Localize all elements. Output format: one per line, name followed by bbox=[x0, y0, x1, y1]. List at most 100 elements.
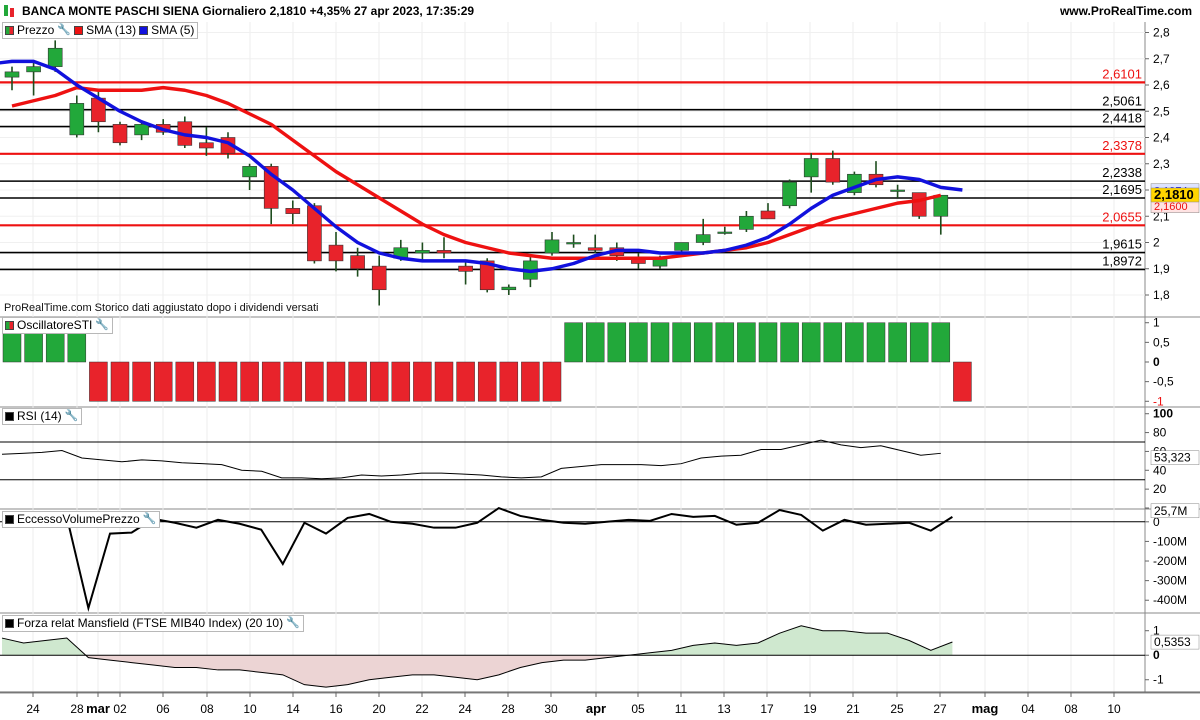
sti-bar bbox=[261, 361, 281, 402]
mansfield-swatch-icon bbox=[5, 619, 14, 628]
candle-body bbox=[825, 158, 841, 183]
candle-body bbox=[47, 47, 63, 67]
candle-body bbox=[760, 210, 776, 220]
x-tick-label: 10 bbox=[243, 702, 257, 716]
sti-bar bbox=[499, 361, 519, 402]
x-tick-label: 25 bbox=[890, 702, 904, 716]
rsi-last-value: 53,323 bbox=[1154, 451, 1191, 465]
x-tick-label: 24 bbox=[26, 702, 40, 716]
price-swatch-icon bbox=[5, 26, 14, 35]
legend-sma5[interactable]: SMA (5) bbox=[151, 23, 194, 38]
sti-bar bbox=[456, 361, 475, 402]
candle-body bbox=[69, 103, 85, 136]
wrench-icon[interactable]: 🔧 bbox=[65, 409, 79, 424]
sti-bar bbox=[650, 322, 670, 363]
mansfield-tick-label: -1 bbox=[1153, 673, 1164, 687]
candle-body bbox=[739, 215, 754, 230]
evp-pane-label: EccessoVolumePrezzo 🔧 bbox=[2, 511, 161, 528]
price-tick-label: 2,5 bbox=[1153, 104, 1170, 118]
sma13-last-tag: 2,1600 bbox=[1154, 201, 1188, 213]
rsi-tick-label: 20 bbox=[1153, 482, 1167, 496]
sti-bar bbox=[953, 361, 972, 402]
evp-tick-label: -400M bbox=[1153, 593, 1187, 607]
sti-tick-label: -0,5 bbox=[1153, 375, 1174, 389]
sti-bar bbox=[477, 361, 497, 402]
candle-body bbox=[566, 242, 581, 245]
price-tick-label: 1,8 bbox=[1153, 288, 1170, 302]
mansfield-label[interactable]: Forza relat Mansfield (FTSE MIB40 Index)… bbox=[17, 616, 283, 631]
candle-body bbox=[501, 286, 517, 291]
legend-price[interactable]: Prezzo bbox=[17, 23, 54, 38]
sti-bar bbox=[888, 322, 907, 363]
x-tick-label: 14 bbox=[286, 702, 300, 716]
price-tick-label: 1,9 bbox=[1153, 262, 1170, 276]
x-tick-label: 27 bbox=[933, 702, 947, 716]
price-tick-label: 2,7 bbox=[1153, 52, 1170, 66]
sti-label[interactable]: OscillatoreSTI bbox=[17, 318, 92, 333]
sti-bar bbox=[823, 322, 843, 363]
sma13-swatch-icon bbox=[74, 26, 84, 35]
x-tick-label: 08 bbox=[1064, 702, 1078, 716]
wrench-icon[interactable]: 🔧 bbox=[95, 318, 109, 333]
x-tick-label: 17 bbox=[760, 702, 774, 716]
x-tick-label: 10 bbox=[1107, 702, 1121, 716]
rsi-tick-label: 40 bbox=[1153, 463, 1167, 477]
chart-title: BANCA MONTE PASCHI SIENA Giornaliero 2,1… bbox=[22, 4, 475, 18]
sti-bar bbox=[434, 361, 454, 402]
rsi-pane-label: RSI (14) 🔧 bbox=[2, 408, 83, 425]
sti-bar bbox=[672, 322, 691, 363]
sti-bar bbox=[89, 361, 108, 402]
rsi-swatch-icon bbox=[5, 412, 14, 421]
mansfield-pane-label: Forza relat Mansfield (FTSE MIB40 Index)… bbox=[2, 615, 304, 632]
evp-swatch-icon bbox=[5, 515, 14, 524]
evp-label[interactable]: EccessoVolumePrezzo bbox=[17, 512, 140, 527]
rsi-label[interactable]: RSI (14) bbox=[17, 409, 62, 424]
sti-bar bbox=[283, 361, 303, 402]
candle-body bbox=[242, 166, 257, 178]
candle-body bbox=[4, 71, 20, 78]
x-tick-label: 08 bbox=[200, 702, 214, 716]
price-tick-label: 2,3 bbox=[1153, 157, 1170, 171]
candle-body bbox=[695, 234, 711, 243]
price-tick-label: 2,8 bbox=[1153, 26, 1170, 40]
sti-bar bbox=[607, 322, 627, 363]
price-tick-label: 2 bbox=[1153, 236, 1160, 250]
price-legend: Prezzo 🔧 SMA (13) SMA (5) bbox=[2, 22, 199, 39]
wrench-icon[interactable]: 🔧 bbox=[57, 23, 71, 38]
rsi-tick-label: 80 bbox=[1153, 426, 1167, 440]
header-bar: BANCA MONTE PASCHI SIENA Giornaliero 2,1… bbox=[0, 0, 1200, 22]
candle-body bbox=[134, 124, 149, 136]
candle-body bbox=[436, 250, 452, 254]
level-label: 2,2338 bbox=[1102, 165, 1142, 180]
brand-link[interactable]: www.ProRealTime.com bbox=[1060, 4, 1192, 18]
sti-bar bbox=[153, 361, 173, 402]
level-label: 2,1695 bbox=[1102, 182, 1142, 197]
x-tick-label: 04 bbox=[1021, 702, 1035, 716]
evp-last-value: 25,7M bbox=[1154, 504, 1187, 518]
candle-body bbox=[782, 181, 797, 207]
sti-bar bbox=[348, 361, 367, 402]
candle-body bbox=[350, 255, 365, 270]
candle-body bbox=[199, 142, 214, 149]
sti-tick-label: 0 bbox=[1153, 355, 1160, 369]
last-price-tag: 2,1810 bbox=[1154, 187, 1194, 202]
evp-tick-label: -300M bbox=[1153, 574, 1187, 588]
wrench-icon[interactable]: 🔧 bbox=[286, 616, 300, 631]
sti-bar bbox=[866, 322, 886, 363]
sti-bar bbox=[909, 322, 929, 363]
level-label: 2,5061 bbox=[1102, 94, 1142, 109]
x-tick-label: mar bbox=[86, 701, 110, 716]
sti-bar bbox=[737, 322, 756, 363]
mansfield-tick-label: 0 bbox=[1153, 648, 1160, 662]
x-tick-label: 24 bbox=[458, 702, 472, 716]
sti-bar bbox=[110, 361, 130, 402]
sti-bar bbox=[801, 322, 821, 363]
dividend-note: ProRealTime.com Storico dati aggiustato … bbox=[4, 302, 319, 314]
chart-canvas: 24 28 mar 02 06 08 10 14 16 20 22 24 28 30 apr 05 11 13 17… bbox=[0, 5, 1200, 716]
level-label: 1,9615 bbox=[1102, 237, 1142, 252]
legend-sma13[interactable]: SMA (13) bbox=[86, 23, 136, 38]
wrench-icon[interactable]: 🔧 bbox=[143, 512, 157, 527]
candle-body bbox=[285, 208, 301, 214]
x-tick-label: 16 bbox=[329, 702, 343, 716]
sti-bar bbox=[845, 322, 864, 363]
